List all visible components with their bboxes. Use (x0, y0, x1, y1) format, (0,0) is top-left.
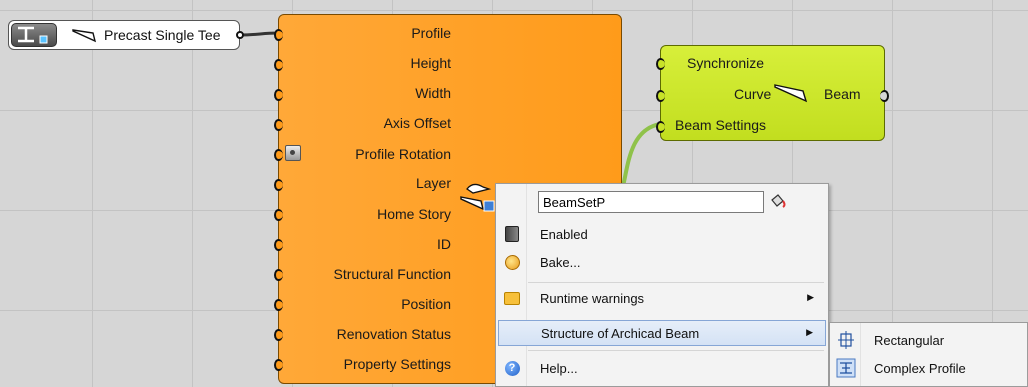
menu-item-help[interactable]: ? Help... (498, 356, 826, 382)
input-profile: Profile (411, 25, 451, 41)
input-renovation-status: Renovation Status (336, 326, 451, 342)
input-port-id[interactable] (274, 239, 283, 251)
beam-settings-wire (620, 122, 661, 191)
menu-label-runtime-warnings: Runtime warnings (540, 291, 645, 306)
chevron-right-icon: ▶ (807, 292, 814, 302)
bake-icon (504, 254, 520, 270)
submenu-label-complex-profile: Complex Profile (874, 361, 966, 376)
rectangular-icon (838, 331, 854, 349)
input-synchronize: Synchronize (687, 55, 765, 71)
beam-settings-component[interactable]: Synchronize Curve Beam Settings Beam (656, 45, 889, 141)
panel-label: Precast Single Tee (104, 27, 221, 43)
input-height: Height (410, 55, 451, 71)
input-home-story: Home Story (377, 206, 451, 222)
menu-item-runtime-warnings[interactable]: Runtime warnings ▶ (498, 286, 826, 312)
bucket-icon[interactable] (768, 193, 788, 211)
input-port-profile-rotation[interactable] (274, 149, 283, 161)
beam-component-icon (460, 183, 495, 212)
beam-profile-icon (72, 29, 97, 43)
submenu-label-rectangular: Rectangular (874, 333, 945, 348)
warning-balloon-icon (504, 290, 520, 306)
input-port-layer[interactable] (274, 179, 283, 191)
output-port-beam[interactable] (880, 90, 889, 102)
input-port-height[interactable] (274, 59, 283, 71)
input-port-curve[interactable] (656, 90, 665, 102)
input-port-property-settings[interactable] (274, 359, 283, 371)
output-beam: Beam (824, 86, 861, 102)
input-width: Width (415, 85, 451, 101)
input-property-settings: Property Settings (343, 356, 451, 372)
input-port-synchronize[interactable] (656, 58, 665, 70)
input-port-renovation-status[interactable] (274, 329, 283, 341)
menu-label-bake: Bake... (540, 255, 581, 270)
structure-submenu: Rectangular Complex Profile (829, 322, 1028, 387)
menu-item-enabled[interactable]: Enabled (498, 222, 826, 248)
input-id: ID (437, 236, 451, 252)
panel-type-icon (11, 23, 57, 47)
input-beam-settings: Beam Settings (675, 117, 767, 133)
menu-label-help: Help... (540, 361, 578, 376)
nickname-input[interactable] (538, 191, 764, 213)
submenu-item-complex-profile[interactable]: Complex Profile (832, 355, 1025, 381)
menu-separator (528, 350, 824, 351)
beam-settings-icon (774, 84, 808, 103)
menu-separator (528, 282, 824, 283)
input-profile-rotation: Profile Rotation (355, 146, 451, 162)
input-port-beam-settings[interactable] (656, 121, 665, 133)
panel-to-profile-wire (239, 31, 279, 37)
submenu-item-rectangular[interactable]: Rectangular (832, 327, 1025, 353)
enabled-icon (504, 226, 520, 242)
input-curve: Curve (734, 86, 772, 102)
panel-output-port[interactable] (236, 31, 244, 39)
menu-label-enabled: Enabled (540, 227, 588, 242)
input-port-profile[interactable] (274, 29, 283, 41)
input-position: Position (401, 296, 451, 312)
complex-profile-icon (836, 358, 856, 378)
input-port-structural-function[interactable] (274, 269, 283, 281)
menu-item-structure[interactable]: Structure of Archicad Beam ▶ (498, 320, 826, 346)
rotation-toggle-icon[interactable] (285, 145, 301, 161)
input-port-axis-offset[interactable] (274, 119, 283, 131)
help-icon: ? (504, 360, 520, 376)
profile-panel[interactable]: Precast Single Tee (8, 20, 244, 50)
input-port-width[interactable] (274, 89, 283, 101)
input-port-position[interactable] (274, 299, 283, 311)
input-structural-function: Structural Function (333, 266, 452, 282)
input-axis-offset: Axis Offset (383, 115, 451, 131)
chevron-right-icon: ▶ (806, 327, 813, 337)
menu-item-bake[interactable]: Bake... (498, 250, 826, 276)
menu-label-structure: Structure of Archicad Beam (541, 326, 700, 341)
input-layer: Layer (415, 175, 451, 191)
input-port-home-story[interactable] (274, 209, 283, 221)
context-menu: Enabled Bake... Runtime warnings ▶ Struc… (495, 183, 829, 387)
